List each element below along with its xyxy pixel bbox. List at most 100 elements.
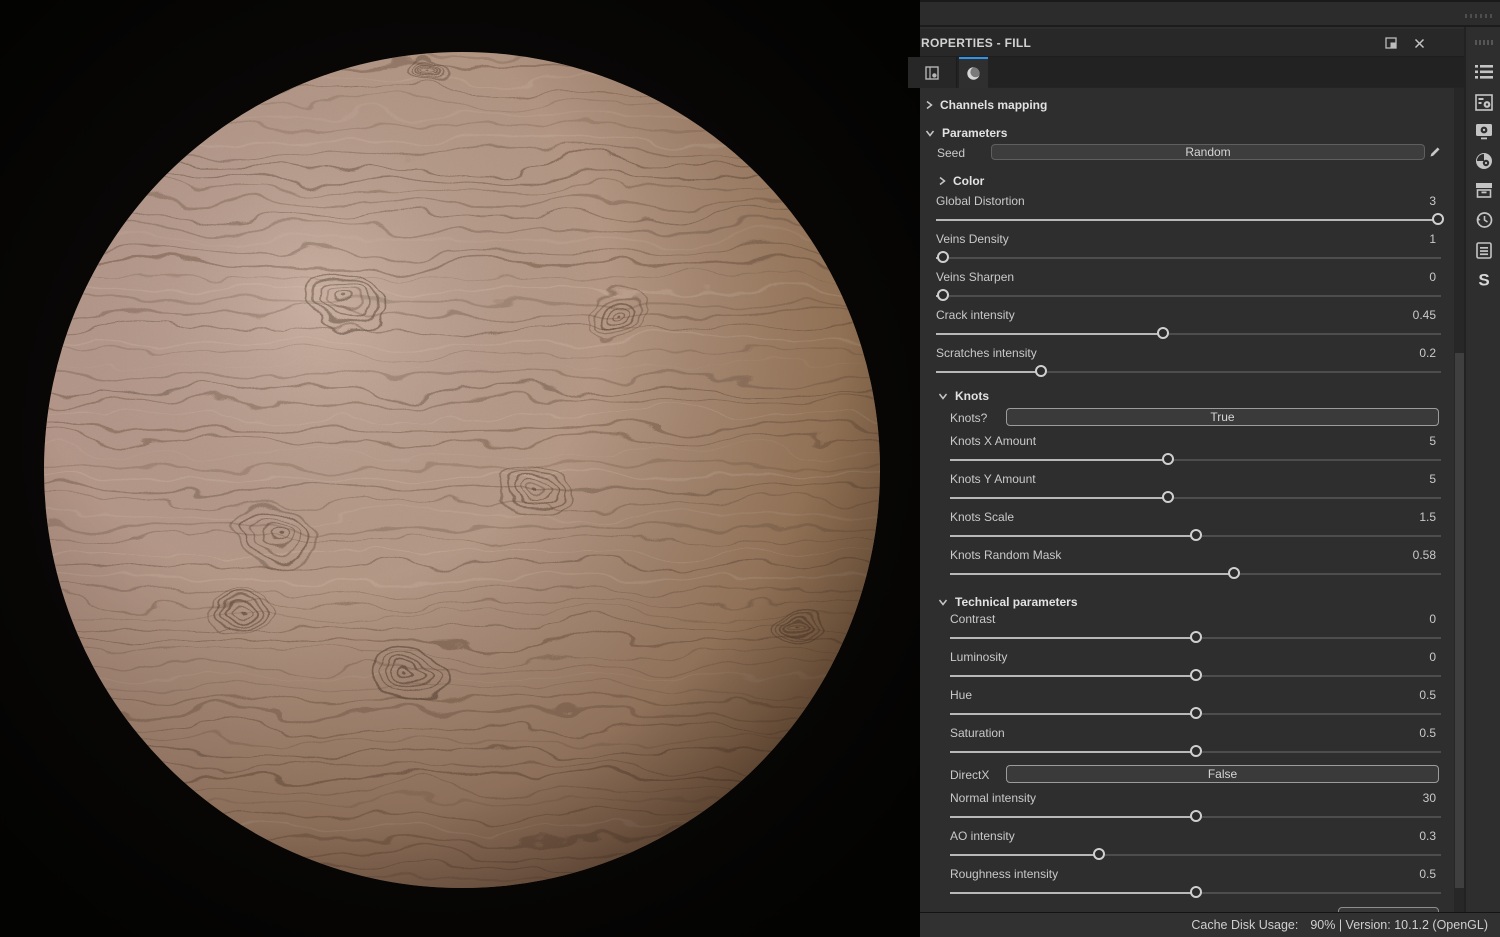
param-slider[interactable]	[936, 365, 1441, 378]
section-title: Technical parameters	[955, 595, 1078, 609]
param-row-normal-intensity: Normal intensity 30	[920, 790, 1441, 826]
param-row-knots-scale: Knots Scale 1.5	[920, 509, 1441, 545]
3d-viewport[interactable]	[0, 0, 920, 937]
param-label: DirectX	[950, 768, 989, 782]
section-color[interactable]: Color	[938, 172, 984, 190]
dock-grip-icon[interactable]	[1475, 40, 1493, 45]
float-panel-icon[interactable]	[1382, 34, 1400, 52]
param-slider[interactable]	[950, 567, 1441, 580]
slider-fill	[950, 854, 1099, 856]
version-text: 90% | Version: 10.1.2 (OpenGL)	[1310, 918, 1488, 932]
param-slider[interactable]	[936, 327, 1441, 340]
param-value: 0.58	[1413, 548, 1436, 562]
scrollbar-thumb[interactable]	[1455, 353, 1464, 888]
slider-fill	[936, 219, 1438, 221]
slider-knob[interactable]	[1190, 707, 1202, 719]
slider-knob[interactable]	[1093, 848, 1105, 860]
param-label: Seed	[937, 146, 965, 160]
param-label: Contrast	[950, 612, 995, 626]
slider-knob[interactable]	[1190, 529, 1202, 541]
slider-knob[interactable]	[1228, 567, 1240, 579]
param-row-global-distortion: Global Distortion 3	[920, 193, 1441, 229]
param-label: Hue	[950, 688, 972, 702]
tab-node-properties[interactable]	[908, 57, 957, 88]
section-title: Channels mapping	[940, 98, 1047, 112]
cache-disk-usage-label: Cache Disk Usage:	[1191, 918, 1298, 932]
sphere-preview-icon	[966, 66, 981, 81]
param-label: Normal intensity	[950, 791, 1036, 805]
panel-titlebar: ROPERTIES - FILL	[920, 29, 1464, 57]
slider-knob[interactable]	[1035, 365, 1047, 377]
param-label: Saturation	[950, 726, 1005, 740]
slider-knob[interactable]	[1190, 886, 1202, 898]
param-slider[interactable]	[936, 213, 1441, 226]
param-slider[interactable]	[950, 491, 1441, 504]
slider-fill	[950, 675, 1196, 677]
param-value: 0.5	[1419, 688, 1436, 702]
section-parameters[interactable]: Parameters	[925, 124, 1007, 142]
slider-fill	[950, 892, 1196, 894]
section-knots[interactable]: Knots	[938, 387, 989, 405]
param-slider[interactable]	[950, 453, 1441, 466]
slider-knob[interactable]	[1190, 745, 1202, 757]
param-slider[interactable]	[950, 810, 1441, 823]
slider-knob[interactable]	[1157, 327, 1169, 339]
param-value: 1.5	[1419, 510, 1436, 524]
chevron-down-icon	[938, 392, 948, 400]
knots-toggle-button[interactable]: True	[1006, 408, 1439, 426]
edit-pencil-icon[interactable]	[1429, 145, 1441, 163]
section-title: Knots	[955, 389, 989, 403]
param-row-saturation: Saturation 0.5	[920, 725, 1441, 761]
seed-random-button[interactable]: Random	[991, 144, 1425, 160]
param-slider[interactable]	[936, 251, 1441, 264]
dock-grip-icon[interactable]	[1465, 14, 1492, 18]
param-slider[interactable]	[950, 848, 1441, 861]
section-channels-mapping[interactable]: Channels mapping	[925, 96, 1047, 114]
slider-fill	[950, 535, 1196, 537]
section-technical-parameters[interactable]: Technical parameters	[938, 593, 1078, 611]
param-row-scratches-intensity: Scratches intensity 0.2	[920, 345, 1441, 381]
history-icon[interactable]	[1470, 207, 1498, 233]
param-slider[interactable]	[950, 707, 1441, 720]
param-row-ao-intensity: AO intensity 0.3	[920, 828, 1441, 864]
log-icon[interactable]	[1470, 237, 1498, 263]
directx-toggle-button[interactable]: False	[1006, 765, 1439, 783]
chevron-down-icon	[938, 598, 948, 606]
slider-knob[interactable]	[937, 251, 949, 263]
chevron-right-icon	[938, 176, 946, 186]
param-row-seed: Seed Random	[920, 143, 1441, 164]
param-slider[interactable]	[950, 669, 1441, 682]
param-slider[interactable]	[950, 745, 1441, 758]
slider-knob[interactable]	[1190, 631, 1202, 643]
2d-view-icon[interactable]	[1470, 118, 1498, 144]
slider-knob[interactable]	[1190, 810, 1202, 822]
param-label: Veins Density	[936, 232, 1009, 246]
3d-view-icon[interactable]	[1470, 148, 1498, 174]
param-row-directx-toggle: DirectX False	[920, 765, 1441, 786]
slider-knob[interactable]	[937, 289, 949, 301]
close-panel-icon[interactable]	[1410, 34, 1428, 52]
wood-material-sphere[interactable]	[0, 0, 920, 937]
slider-knob[interactable]	[1162, 491, 1174, 503]
slider-fill	[936, 333, 1163, 335]
outputs-list-icon[interactable]	[1470, 59, 1498, 85]
library-icon[interactable]	[1470, 177, 1498, 203]
graph-settings-icon[interactable]	[1470, 89, 1498, 115]
param-value: 0	[1429, 650, 1436, 664]
param-slider[interactable]	[950, 529, 1441, 542]
substance-logo-icon[interactable]: S	[1470, 267, 1498, 293]
param-value: 30	[1423, 791, 1436, 805]
param-label: Knots?	[950, 411, 987, 425]
slider-knob[interactable]	[1190, 669, 1202, 681]
section-title: Parameters	[942, 126, 1007, 140]
param-slider[interactable]	[950, 886, 1441, 899]
slider-fill	[950, 497, 1168, 499]
param-slider[interactable]	[936, 289, 1441, 302]
slider-knob[interactable]	[1162, 453, 1174, 465]
param-row-knots-y-amount: Knots Y Amount 5	[920, 471, 1441, 507]
param-slider[interactable]	[950, 631, 1441, 644]
slider-fill	[950, 573, 1234, 575]
tab-sphere-preview[interactable]	[959, 57, 988, 88]
status-bar: Cache Disk Usage: 90% | Version: 10.1.2 …	[920, 912, 1500, 937]
slider-knob[interactable]	[1432, 213, 1444, 225]
